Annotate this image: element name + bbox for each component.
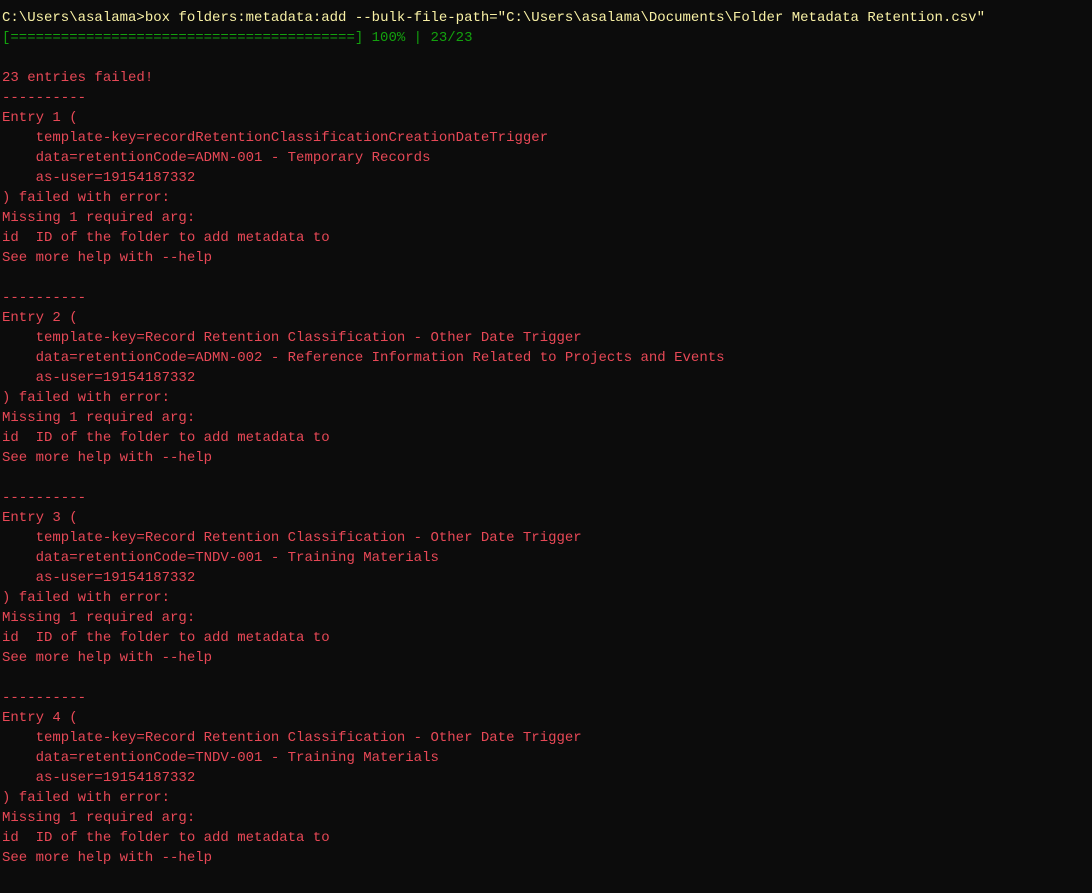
terminal-blank-line — [2, 48, 1090, 68]
terminal-blank-line — [2, 268, 1090, 288]
terminal-line: as-user=19154187332 — [2, 768, 1090, 788]
terminal-blank-line — [2, 668, 1090, 688]
terminal-line: Entry 3 ( — [2, 508, 1090, 528]
terminal-line: ---------- — [2, 88, 1090, 108]
terminal-line: See more help with --help — [2, 248, 1090, 268]
terminal-line: ) failed with error: — [2, 588, 1090, 608]
terminal-line: Entry 1 ( — [2, 108, 1090, 128]
terminal-line: as-user=19154187332 — [2, 568, 1090, 588]
terminal-line: as-user=19154187332 — [2, 168, 1090, 188]
terminal-line: id ID of the folder to add metadata to — [2, 228, 1090, 248]
terminal-blank-line — [2, 468, 1090, 488]
terminal-line: 23 entries failed! — [2, 68, 1090, 88]
terminal-line: ---------- — [2, 688, 1090, 708]
terminal-line: data=retentionCode=TNDV-001 - Training M… — [2, 548, 1090, 568]
terminal-line: [=======================================… — [2, 28, 1090, 48]
terminal-line: template-key=Record Retention Classifica… — [2, 528, 1090, 548]
terminal-line: ) failed with error: — [2, 788, 1090, 808]
terminal-line: Entry 2 ( — [2, 308, 1090, 328]
terminal-line: template-key=Record Retention Classifica… — [2, 728, 1090, 748]
terminal-line: Missing 1 required arg: — [2, 608, 1090, 628]
terminal-line: Entry 4 ( — [2, 708, 1090, 728]
terminal-line: Missing 1 required arg: — [2, 808, 1090, 828]
terminal-line: See more help with --help — [2, 648, 1090, 668]
terminal-line: data=retentionCode=ADMN-002 - Reference … — [2, 348, 1090, 368]
terminal-line: id ID of the folder to add metadata to — [2, 828, 1090, 848]
terminal-output[interactable]: C:\Users\asalama>box folders:metadata:ad… — [2, 8, 1090, 868]
terminal-line: ) failed with error: — [2, 188, 1090, 208]
terminal-line: See more help with --help — [2, 848, 1090, 868]
terminal-line: template-key=recordRetentionClassificati… — [2, 128, 1090, 148]
terminal-line: ---------- — [2, 288, 1090, 308]
terminal-line: id ID of the folder to add metadata to — [2, 628, 1090, 648]
terminal-line: data=retentionCode=TNDV-001 - Training M… — [2, 748, 1090, 768]
terminal-line: data=retentionCode=ADMN-001 - Temporary … — [2, 148, 1090, 168]
terminal-line: ---------- — [2, 488, 1090, 508]
terminal-line: as-user=19154187332 — [2, 368, 1090, 388]
terminal-line: Missing 1 required arg: — [2, 408, 1090, 428]
terminal-line: See more help with --help — [2, 448, 1090, 468]
terminal-line: template-key=Record Retention Classifica… — [2, 328, 1090, 348]
terminal-line: ) failed with error: — [2, 388, 1090, 408]
terminal-line: id ID of the folder to add metadata to — [2, 428, 1090, 448]
terminal-line: Missing 1 required arg: — [2, 208, 1090, 228]
terminal-line: C:\Users\asalama>box folders:metadata:ad… — [2, 8, 1090, 28]
